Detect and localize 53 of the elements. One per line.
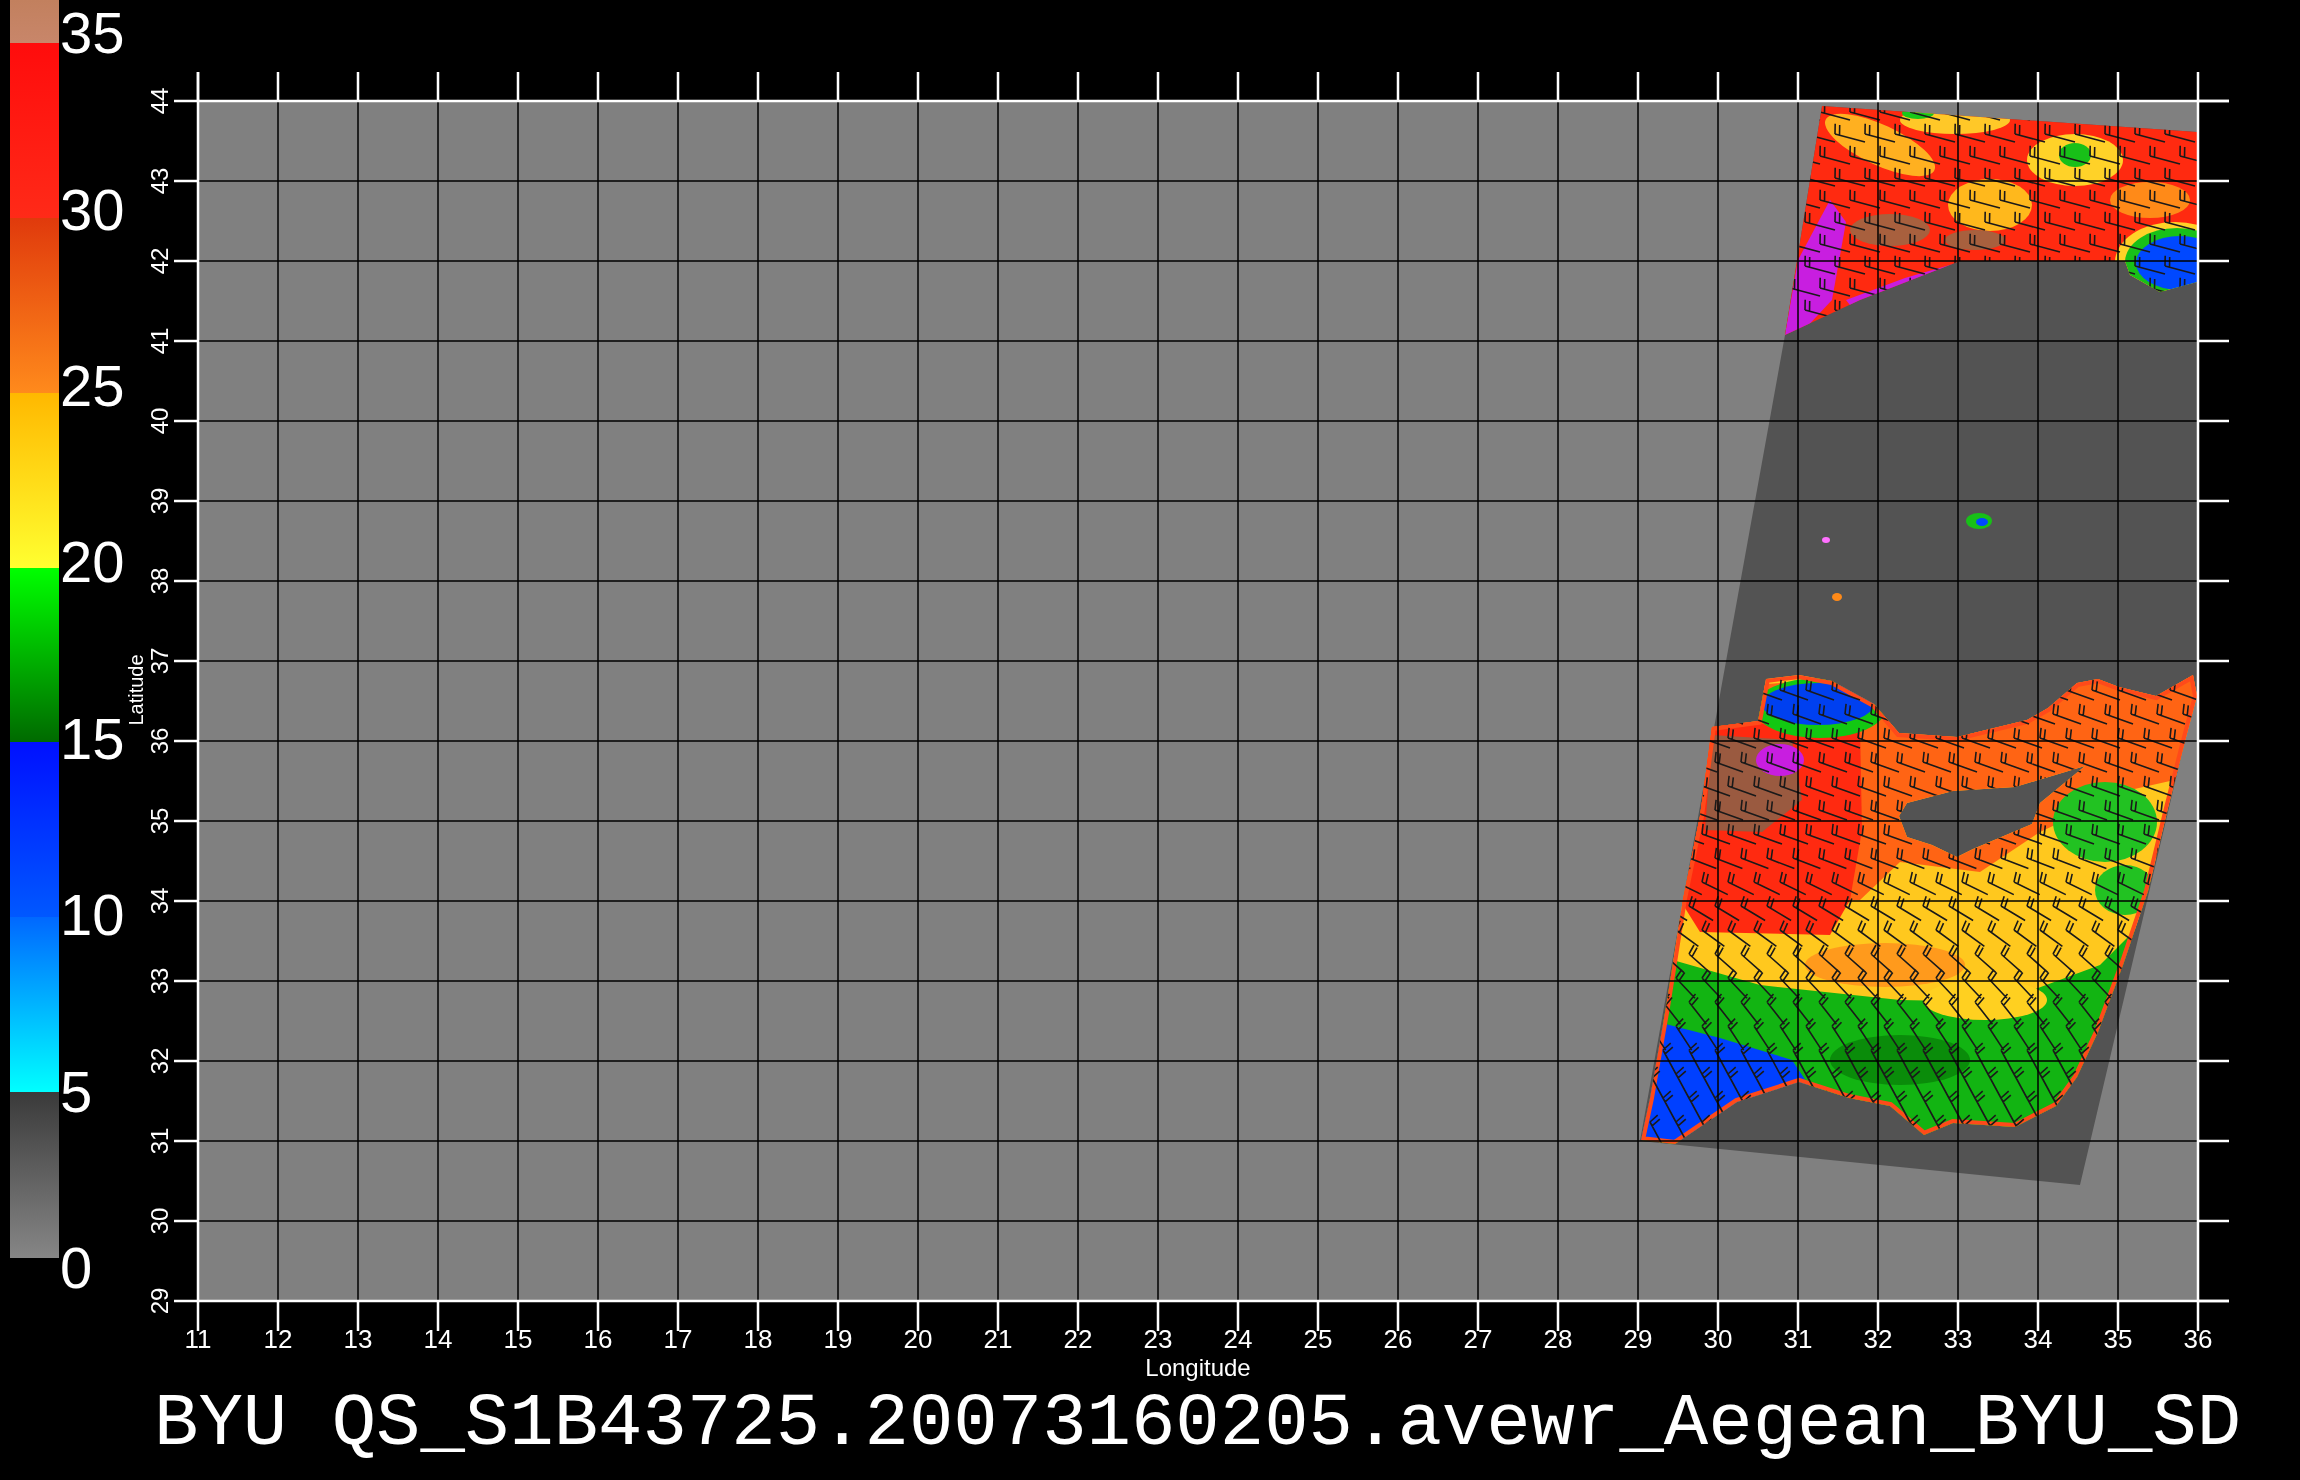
longitude-tick-label: 36 — [2183, 1324, 2213, 1354]
longitude-tick-label: 26 — [1383, 1324, 1413, 1354]
latitude-tick-label: 33 — [146, 967, 173, 995]
longitude-tick-label: 33 — [1943, 1324, 1973, 1354]
longitude-tick-label: 27 — [1463, 1324, 1493, 1354]
longitude-tick-label: 25 — [1303, 1324, 1333, 1354]
longitude-tick-label: 18 — [743, 1324, 773, 1354]
latitude-tick-label: 39 — [146, 487, 173, 515]
longitude-tick-label: 17 — [663, 1324, 693, 1354]
latitude-tick-label: 38 — [146, 567, 173, 595]
longitude-tick-label: 34 — [2023, 1324, 2053, 1354]
longitude-tick-label: 13 — [343, 1324, 373, 1354]
latitude-tick-label: 31 — [146, 1127, 173, 1155]
longitude-tick-label: 28 — [1543, 1324, 1573, 1354]
latitude-tick-label: 40 — [146, 407, 173, 435]
longitude-tick-label: 20 — [903, 1324, 933, 1354]
longitude-tick-label: 22 — [1063, 1324, 1093, 1354]
latitude-tick-label: 43 — [146, 167, 173, 195]
longitude-tick-label: 19 — [823, 1324, 853, 1354]
longitude-tick-label: 29 — [1623, 1324, 1653, 1354]
latitude-tick-label: 37 — [146, 647, 173, 675]
colorbar-label: 5 — [60, 1058, 93, 1124]
longitude-tick-label: 31 — [1783, 1324, 1813, 1354]
longitude-tick-label: 32 — [1863, 1324, 1893, 1354]
latitude-tick-label: 35 — [146, 807, 173, 835]
colorbar-label: 15 — [60, 705, 125, 771]
longitude-tick-label: 16 — [583, 1324, 613, 1354]
latitude-tick-label: 34 — [146, 887, 173, 915]
longitude-tick-label: 15 — [503, 1324, 533, 1354]
colorbar-label: 10 — [60, 882, 125, 948]
longitude-tick-label: 21 — [983, 1324, 1013, 1354]
file-title: BYU QS_S1B43725.20073160205.avewr_Aegean_BYU_SD — [154, 1382, 2242, 1466]
longitude-tick-label: 23 — [1143, 1324, 1173, 1354]
longitude-axis-title: Longitude — [1145, 1354, 1251, 1381]
latitude-tick-label: 29 — [146, 1287, 173, 1315]
latitude-axis-title: Latitude — [125, 654, 147, 726]
longitude-tick-label: 12 — [263, 1324, 293, 1354]
latitude-tick-label: 41 — [146, 327, 173, 355]
latitude-tick-label: 36 — [146, 727, 173, 755]
colorbar-label: 25 — [60, 353, 125, 418]
longitude-tick-label: 14 — [423, 1324, 453, 1354]
colorbar-label: 35 — [60, 0, 125, 66]
colorbar-label: 0 — [60, 1235, 93, 1300]
latitude-tick-label: 42 — [146, 247, 173, 275]
longitude-tick-label: 11 — [184, 1324, 212, 1354]
latitude-tick-label: 32 — [146, 1047, 173, 1075]
longitude-tick-label: 35 — [2103, 1324, 2133, 1354]
longitude-tick-label: 30 — [1703, 1324, 1733, 1354]
latitude-tick-label: 30 — [146, 1207, 173, 1235]
colorbar-label: 20 — [60, 529, 125, 595]
latitude-tick-label: 44 — [146, 87, 173, 115]
colorbar-label: 30 — [60, 176, 125, 242]
longitude-tick-label: 24 — [1223, 1324, 1253, 1354]
